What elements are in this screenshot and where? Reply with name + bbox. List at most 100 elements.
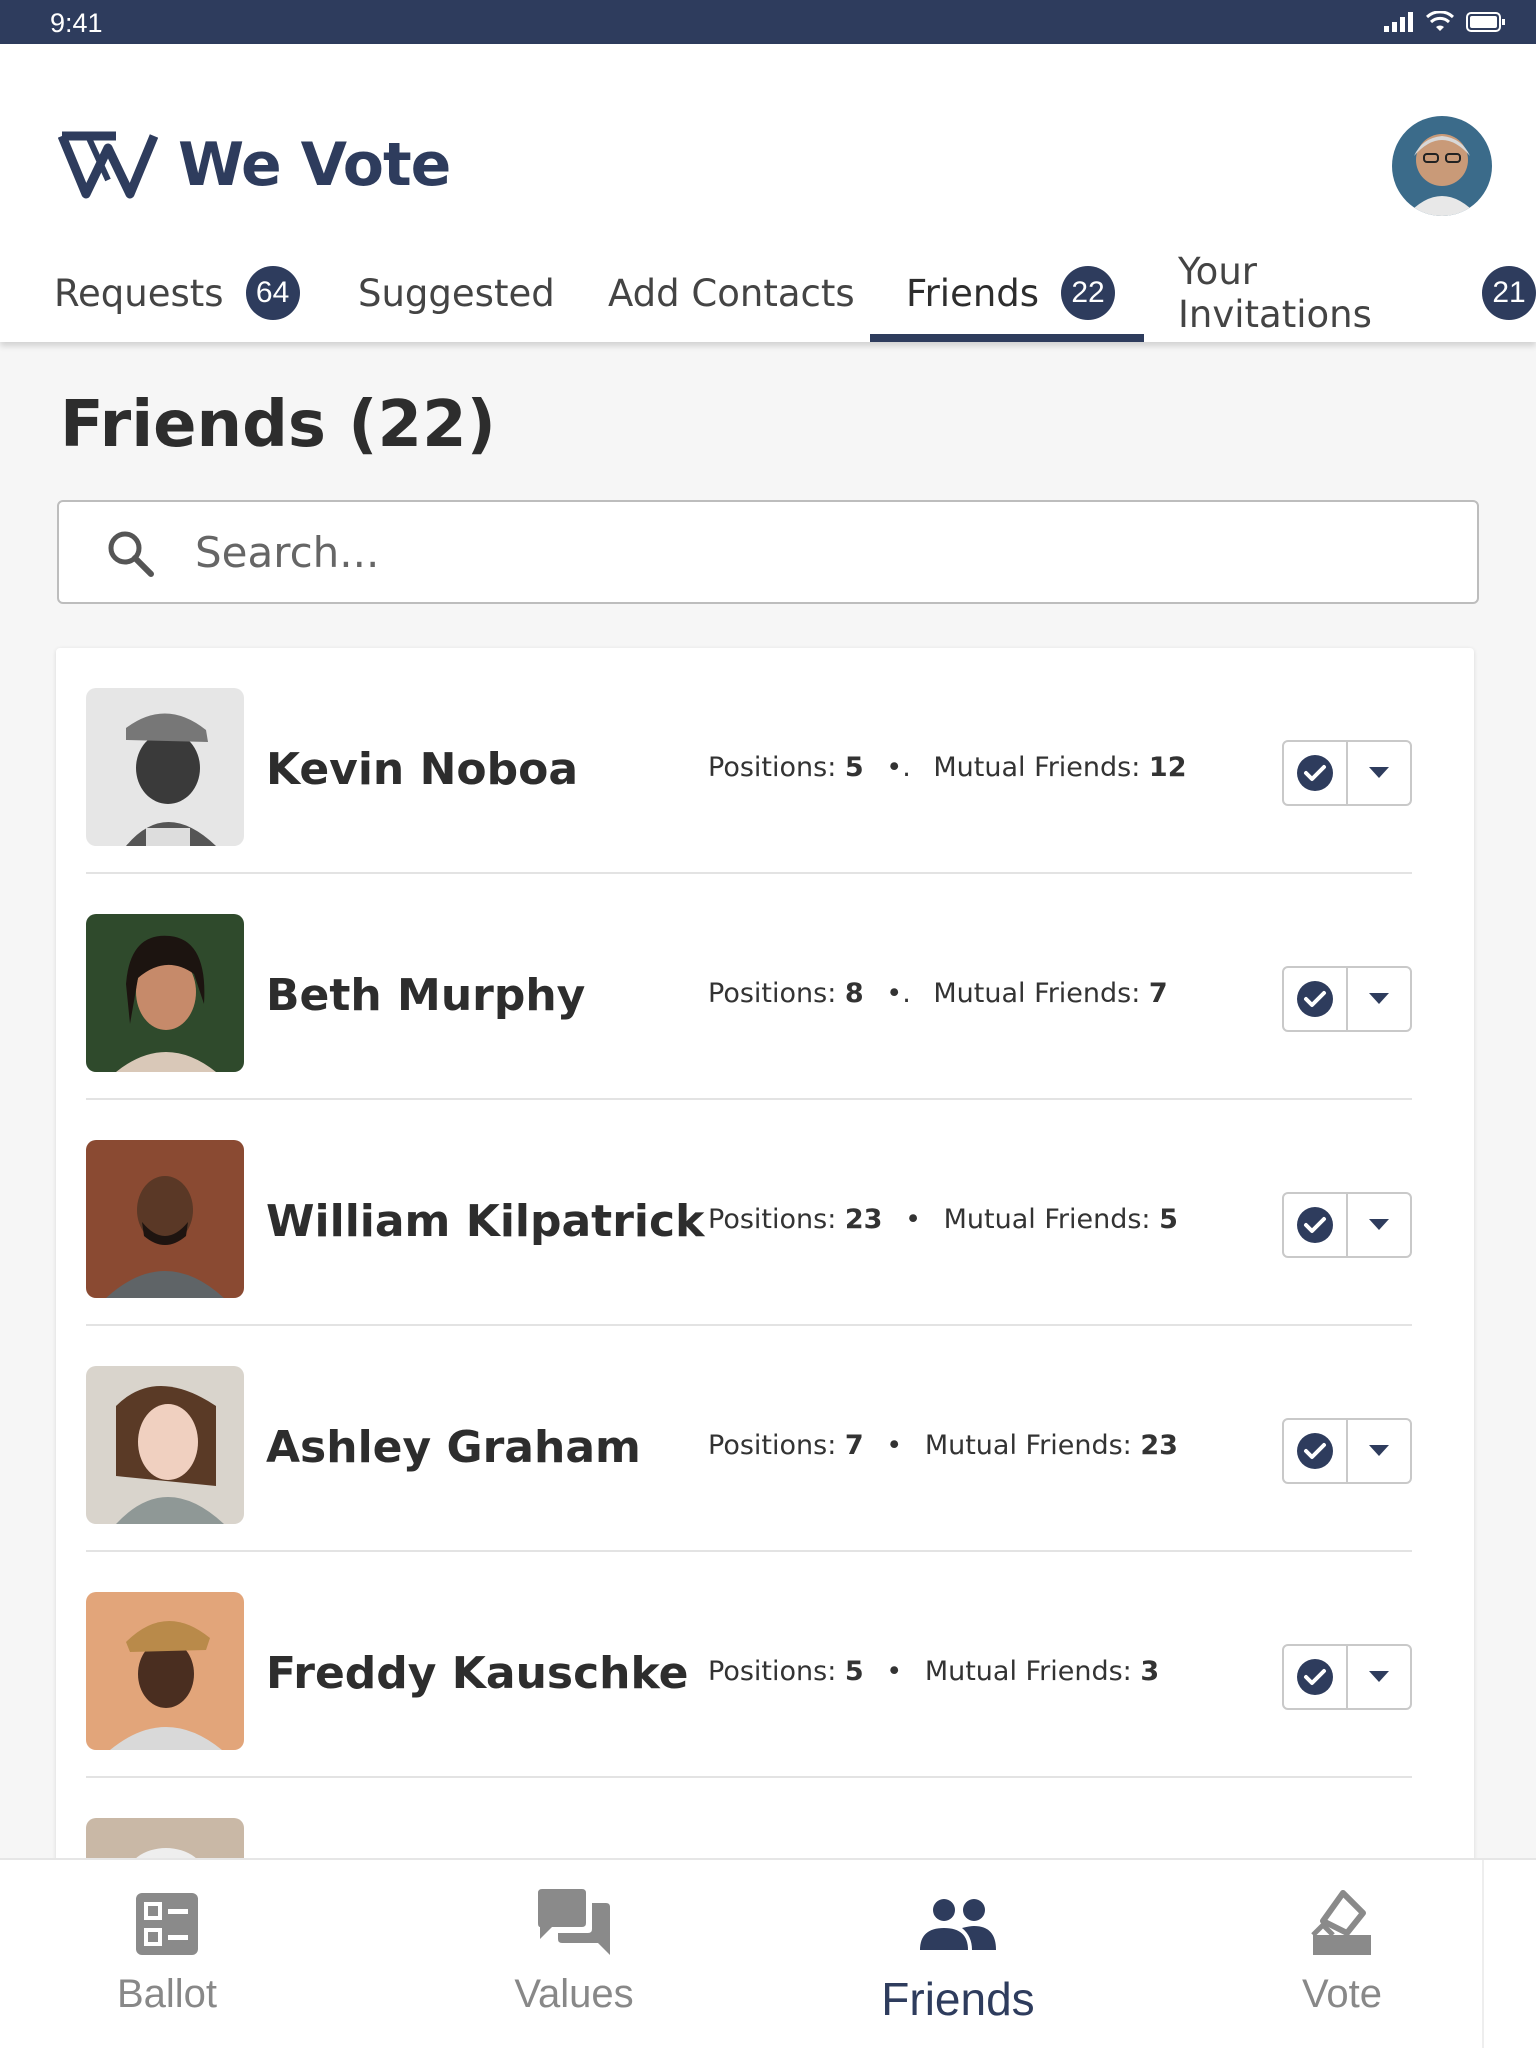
- friend-name[interactable]: William Kilpatrick: [266, 1196, 704, 1247]
- friend-photo[interactable]: [86, 1140, 244, 1298]
- friend-options-dropdown[interactable]: [1348, 1646, 1410, 1708]
- we-vote-logo-icon: [58, 131, 158, 199]
- mutual-friends-label: Mutual Friends:: [943, 1204, 1151, 1235]
- search-input[interactable]: [195, 522, 1395, 582]
- positions-count: 5: [844, 752, 864, 783]
- check-circle-icon: [1297, 1659, 1333, 1695]
- friend-status-button[interactable]: [1284, 1646, 1348, 1708]
- friend-status-button[interactable]: [1284, 742, 1348, 804]
- friend-action-button: [1282, 740, 1412, 806]
- friend-action-button: [1282, 1644, 1412, 1710]
- positions-label: Positions:: [708, 1430, 837, 1461]
- friend-options-dropdown[interactable]: [1348, 742, 1410, 804]
- nav-vote[interactable]: Vote: [1192, 1860, 1492, 2048]
- friend-name[interactable]: Kevin Noboa: [266, 744, 578, 795]
- positions-count: 5: [844, 1656, 864, 1687]
- friend-options-dropdown[interactable]: [1348, 1194, 1410, 1256]
- friend-action-button: [1282, 1418, 1412, 1484]
- nav-ballot[interactable]: Ballot: [17, 1860, 317, 2048]
- positions-label: Positions:: [708, 752, 837, 783]
- check-circle-icon: [1297, 1207, 1333, 1243]
- signal-icon: [1384, 12, 1413, 32]
- friend-photo[interactable]: [86, 1366, 244, 1524]
- mutual-friends-count: 7: [1148, 978, 1168, 1009]
- friend-photo[interactable]: [86, 688, 244, 846]
- caret-down-icon: [1369, 1219, 1389, 1230]
- stats-separator: •: [886, 1656, 903, 1687]
- user-avatar[interactable]: [1392, 116, 1492, 216]
- friend-stats: Positions: 7 • Mutual Friends: 23: [708, 1430, 1178, 1461]
- nav-friends[interactable]: Friends: [808, 1860, 1108, 2048]
- positions-label: Positions:: [708, 1656, 837, 1687]
- positions-label: Positions:: [708, 1204, 837, 1235]
- nav-values[interactable]: Values: [424, 1860, 724, 2048]
- friend-row[interactable]: [86, 1778, 1412, 1868]
- check-circle-icon: [1297, 1433, 1333, 1469]
- friend-photo[interactable]: [86, 914, 244, 1072]
- friend-row[interactable]: Beth Murphy Positions: 8 •. Mutual Frien…: [86, 874, 1412, 1100]
- caret-down-icon: [1369, 1671, 1389, 1682]
- friend-status-button[interactable]: [1284, 968, 1348, 1030]
- friend-status-button[interactable]: [1284, 1194, 1348, 1256]
- stats-separator: •.: [886, 752, 911, 783]
- tab-friends[interactable]: Friends 22: [906, 244, 1116, 342]
- friend-name[interactable]: Freddy Kauschke: [266, 1648, 688, 1699]
- battery-icon: [1466, 12, 1505, 32]
- mutual-friends-label: Mutual Friends:: [933, 978, 1141, 1009]
- nav-label: Ballot: [116, 1972, 218, 2016]
- tab-your-invitations[interactable]: Your Invitations 21: [1178, 244, 1536, 342]
- friends-count-badge: 22: [1061, 266, 1116, 320]
- friend-photo[interactable]: [86, 1592, 244, 1750]
- caret-down-icon: [1369, 1445, 1389, 1456]
- mutual-friends-count: 23: [1140, 1430, 1178, 1461]
- vote-icon: [1311, 1890, 1371, 1955]
- tab-label: Suggested: [358, 271, 555, 315]
- tab-label: Your Invitations: [1178, 250, 1372, 336]
- friend-row[interactable]: William Kilpatrick Positions: 23 • Mutua…: [86, 1100, 1412, 1326]
- caret-down-icon: [1369, 993, 1389, 1004]
- page-title: Friends (22): [60, 388, 496, 462]
- status-time: 9:41: [50, 8, 103, 38]
- friend-status-button[interactable]: [1284, 1420, 1348, 1482]
- friend-name[interactable]: Beth Murphy: [266, 970, 585, 1021]
- invitations-count-badge: 21: [1482, 266, 1536, 320]
- bottom-nav: Ballot Values Friends Vote: [0, 1858, 1536, 2048]
- friend-row[interactable]: Kevin Noboa Positions: 5 •. Mutual Frien…: [86, 648, 1412, 874]
- requests-count-badge: 64: [245, 266, 300, 320]
- positions-label: Positions:: [708, 978, 837, 1009]
- app-name: We Vote: [178, 130, 451, 200]
- nav-label: Friends: [881, 1973, 1035, 2025]
- search-box[interactable]: [57, 500, 1479, 604]
- friends-list: Kevin Noboa Positions: 5 •. Mutual Frien…: [56, 648, 1474, 1868]
- check-circle-icon: [1297, 981, 1333, 1017]
- stats-separator: •.: [886, 978, 911, 1009]
- tab-add-contacts[interactable]: Add Contacts: [608, 244, 855, 342]
- friend-row[interactable]: Ashley Graham Positions: 7 • Mutual Frie…: [86, 1326, 1412, 1552]
- friend-options-dropdown[interactable]: [1348, 968, 1410, 1030]
- status-icons: [1384, 10, 1506, 34]
- mutual-friends-count: 5: [1159, 1204, 1178, 1235]
- values-icon: [538, 1889, 610, 1955]
- stats-separator: •: [886, 1430, 903, 1461]
- positions-count: 23: [844, 1204, 883, 1235]
- mutual-friends-label: Mutual Friends:: [924, 1656, 1132, 1687]
- check-circle-icon: [1297, 755, 1333, 791]
- friend-row[interactable]: Freddy Kauschke Positions: 5 • Mutual Fr…: [86, 1552, 1412, 1778]
- tab-bar: Requests 64 Suggested Add Contacts Frien…: [0, 244, 1536, 342]
- friend-name[interactable]: Ashley Graham: [266, 1422, 641, 1473]
- ballot-icon: [136, 1893, 198, 1955]
- tab-requests[interactable]: Requests 64: [54, 244, 300, 342]
- mutual-friends-label: Mutual Friends:: [924, 1430, 1132, 1461]
- nav-label: Vote: [1301, 1972, 1383, 2016]
- mutual-friends-count: 12: [1148, 752, 1187, 783]
- wifi-icon: [1426, 11, 1454, 31]
- app-logo[interactable]: We Vote: [58, 130, 451, 200]
- nav-label: Values: [514, 1972, 634, 2016]
- mutual-friends-label: Mutual Friends:: [933, 752, 1141, 783]
- friend-options-dropdown[interactable]: [1348, 1420, 1410, 1482]
- status-bar: 9:41: [0, 0, 1536, 44]
- friend-stats: Positions: 23 • Mutual Friends: 5: [708, 1204, 1178, 1235]
- friends-icon: [920, 1899, 996, 1950]
- friend-stats: Positions: 5 •. Mutual Friends: 12: [708, 752, 1187, 783]
- tab-suggested[interactable]: Suggested: [358, 244, 555, 342]
